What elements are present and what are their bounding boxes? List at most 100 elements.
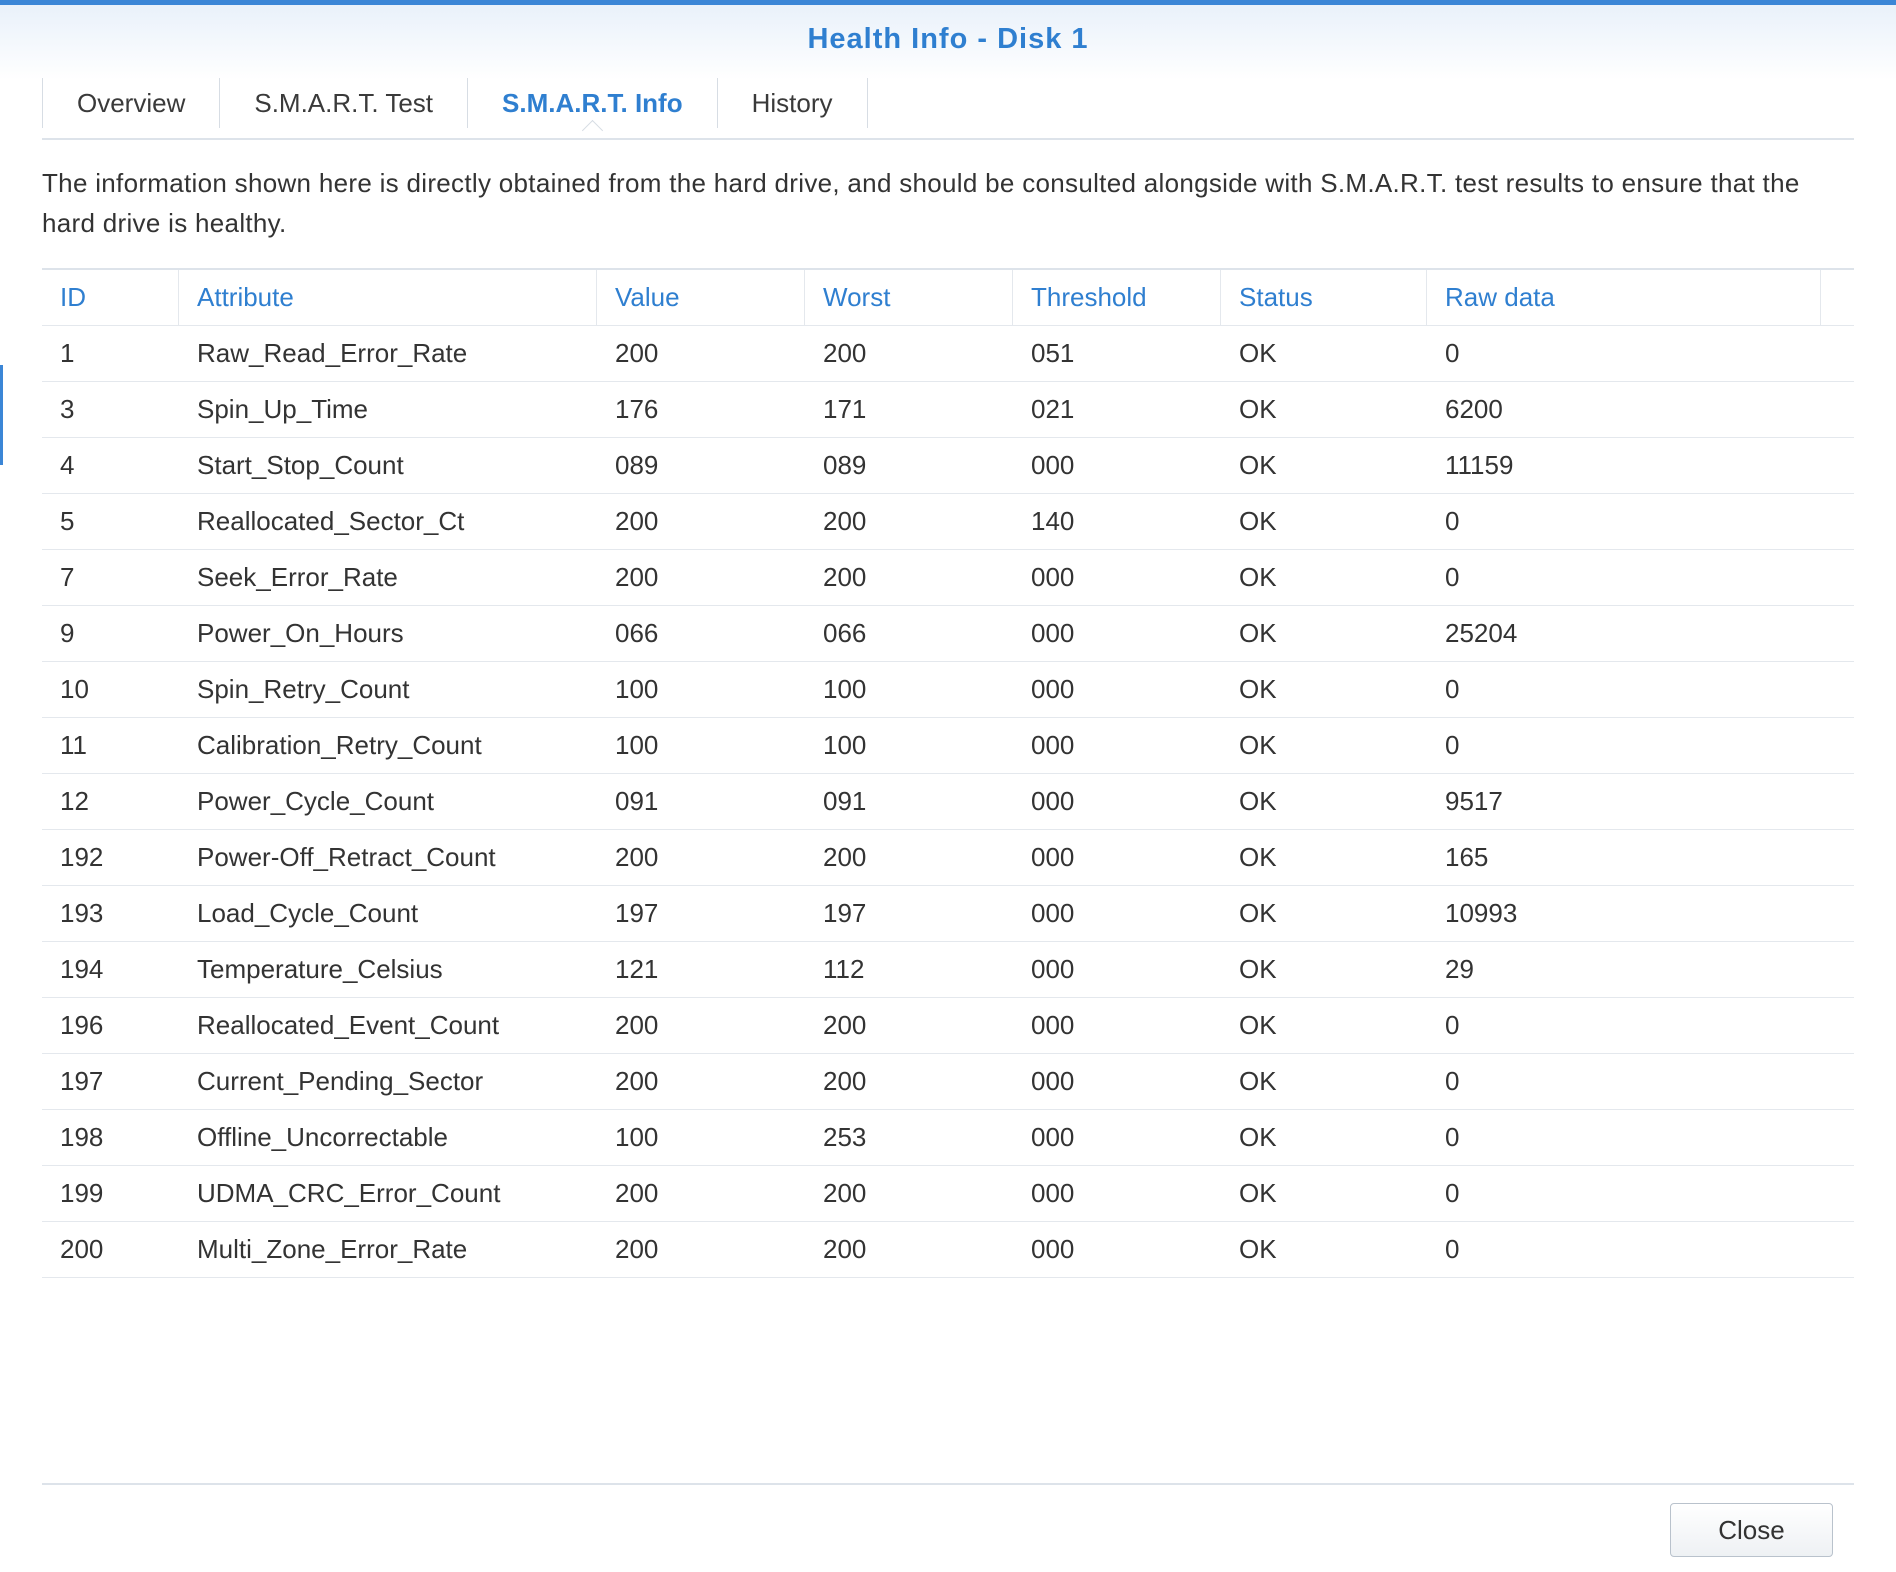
cell-value: 200 [615, 506, 659, 536]
cell-raw-data: 165 [1445, 842, 1489, 872]
cell-value: 066 [615, 618, 659, 648]
table-row[interactable]: 3 Spin_Up_Time 176 171 021 OK 6200 [42, 382, 1854, 438]
tab-label: History [751, 87, 833, 118]
cell-spacer [1821, 942, 1854, 997]
cell-spacer [1821, 382, 1854, 437]
cell-id: 1 [60, 338, 75, 368]
column-header-value[interactable]: Value [597, 270, 805, 325]
column-header-status[interactable]: Status [1221, 270, 1427, 325]
cell-id: 196 [60, 1010, 104, 1040]
table-row[interactable]: 11 Calibration_Retry_Count 100 100 000 OK 0 [42, 718, 1854, 774]
cell-status: OK [1239, 1178, 1277, 1208]
cell-id: 4 [60, 450, 75, 480]
cell-value: 197 [615, 898, 659, 928]
table-row[interactable]: 4 Start_Stop_Count 089 089 000 OK 11159 [42, 438, 1854, 494]
cell-threshold: 000 [1031, 898, 1075, 928]
cell-attribute: Temperature_Celsius [197, 954, 443, 984]
table-row[interactable]: 7 Seek_Error_Rate 200 200 000 OK 0 [42, 550, 1854, 606]
tab-divider [42, 138, 1854, 140]
column-header-raw-data[interactable]: Raw data [1427, 270, 1821, 325]
cell-worst: 200 [823, 1234, 867, 1264]
cell-status: OK [1239, 1066, 1277, 1096]
table-row[interactable]: 10 Spin_Retry_Count 100 100 000 OK 0 [42, 662, 1854, 718]
cell-worst: 091 [823, 786, 867, 816]
health-info-dialog: Health Info - Disk 1 Overview S.M.A.R.T.… [0, 0, 1896, 1572]
cell-attribute: Calibration_Retry_Count [197, 730, 482, 760]
cell-spacer [1821, 774, 1854, 829]
cell-threshold: 000 [1031, 1234, 1075, 1264]
cell-raw-data: 0 [1445, 1122, 1460, 1152]
cell-spacer [1821, 438, 1854, 493]
cell-threshold: 000 [1031, 1066, 1075, 1096]
cell-value: 200 [615, 842, 659, 872]
cell-status: OK [1239, 450, 1277, 480]
table-row[interactable]: 1 Raw_Read_Error_Rate 200 200 051 OK 0 [42, 326, 1854, 382]
table-row[interactable]: 9 Power_On_Hours 066 066 000 OK 25204 [42, 606, 1854, 662]
cell-worst: 200 [823, 1010, 867, 1040]
cell-worst: 089 [823, 450, 867, 480]
cell-raw-data: 0 [1445, 1066, 1460, 1096]
cell-raw-data: 11159 [1445, 450, 1514, 480]
tab-smart-info[interactable]: S.M.A.R.T. Info [467, 78, 717, 142]
cell-value: 176 [615, 394, 659, 424]
table-row[interactable]: 194 Temperature_Celsius 121 112 000 OK 29 [42, 942, 1854, 998]
cell-spacer [1821, 326, 1854, 381]
tab-overview[interactable]: Overview [42, 78, 219, 128]
cell-id: 5 [60, 506, 75, 536]
cell-status: OK [1239, 1010, 1277, 1040]
cell-value: 200 [615, 1066, 659, 1096]
cell-status: OK [1239, 394, 1277, 424]
cell-status: OK [1239, 674, 1277, 704]
cell-spacer [1821, 718, 1854, 773]
column-header-threshold[interactable]: Threshold [1013, 270, 1221, 325]
cell-threshold: 000 [1031, 730, 1075, 760]
table-row[interactable]: 12 Power_Cycle_Count 091 091 000 OK 9517 [42, 774, 1854, 830]
table-row[interactable]: 200 Multi_Zone_Error_Rate 200 200 000 OK 0 [42, 1222, 1854, 1278]
cell-threshold: 000 [1031, 1178, 1075, 1208]
cell-threshold: 000 [1031, 842, 1075, 872]
close-button[interactable]: Close [1670, 1503, 1833, 1557]
table-row[interactable]: 192 Power-Off_Retract_Count 200 200 000 OK 165 [42, 830, 1854, 886]
column-header-worst[interactable]: Worst [805, 270, 1013, 325]
cell-worst: 066 [823, 618, 867, 648]
cell-raw-data: 25204 [1445, 618, 1518, 648]
cell-worst: 200 [823, 842, 867, 872]
cell-status: OK [1239, 562, 1277, 592]
cell-threshold: 051 [1031, 338, 1075, 368]
dialog-title: Health Info - Disk 1 [807, 23, 1089, 55]
table-row[interactable]: 197 Current_Pending_Sector 200 200 000 OK 0 [42, 1054, 1854, 1110]
cell-id: 7 [60, 562, 75, 592]
table-row[interactable]: 196 Reallocated_Event_Count 200 200 000 OK 0 [42, 998, 1854, 1054]
column-header-id[interactable]: ID [42, 270, 179, 325]
cell-worst: 200 [823, 562, 867, 592]
cell-value: 200 [615, 338, 659, 368]
cell-raw-data: 10993 [1445, 898, 1518, 928]
tab-smart-test[interactable]: S.M.A.R.T. Test [219, 78, 467, 128]
cell-value: 091 [615, 786, 659, 816]
cell-raw-data: 9517 [1445, 786, 1503, 816]
cell-attribute: Reallocated_Sector_Ct [197, 506, 465, 536]
cell-status: OK [1239, 786, 1277, 816]
tab-history[interactable]: History [716, 78, 868, 128]
cell-status: OK [1239, 506, 1277, 536]
cell-worst: 100 [823, 674, 867, 704]
cell-worst: 171 [823, 394, 867, 424]
cell-raw-data: 0 [1445, 674, 1460, 704]
table-row[interactable]: 198 Offline_Uncorrectable 100 253 000 OK 0 [42, 1110, 1854, 1166]
cell-id: 192 [60, 842, 104, 872]
cell-raw-data: 0 [1445, 338, 1460, 368]
table-row[interactable]: 193 Load_Cycle_Count 197 197 000 OK 10993 [42, 886, 1854, 942]
column-header-attribute[interactable]: Attribute [179, 270, 597, 325]
cell-id: 12 [60, 786, 89, 816]
cell-attribute: Load_Cycle_Count [197, 898, 419, 928]
cell-attribute: Multi_Zone_Error_Rate [197, 1234, 468, 1264]
cell-status: OK [1239, 618, 1277, 648]
cell-id: 11 [60, 730, 87, 760]
cell-attribute: UDMA_CRC_Error_Count [197, 1178, 501, 1208]
table-row[interactable]: 199 UDMA_CRC_Error_Count 200 200 000 OK 0 [42, 1166, 1854, 1222]
cell-spacer [1821, 998, 1854, 1053]
cell-threshold: 000 [1031, 562, 1075, 592]
cell-id: 3 [60, 394, 75, 424]
tab-label: S.M.A.R.T. Test [254, 87, 434, 118]
table-row[interactable]: 5 Reallocated_Sector_Ct 200 200 140 OK 0 [42, 494, 1854, 550]
